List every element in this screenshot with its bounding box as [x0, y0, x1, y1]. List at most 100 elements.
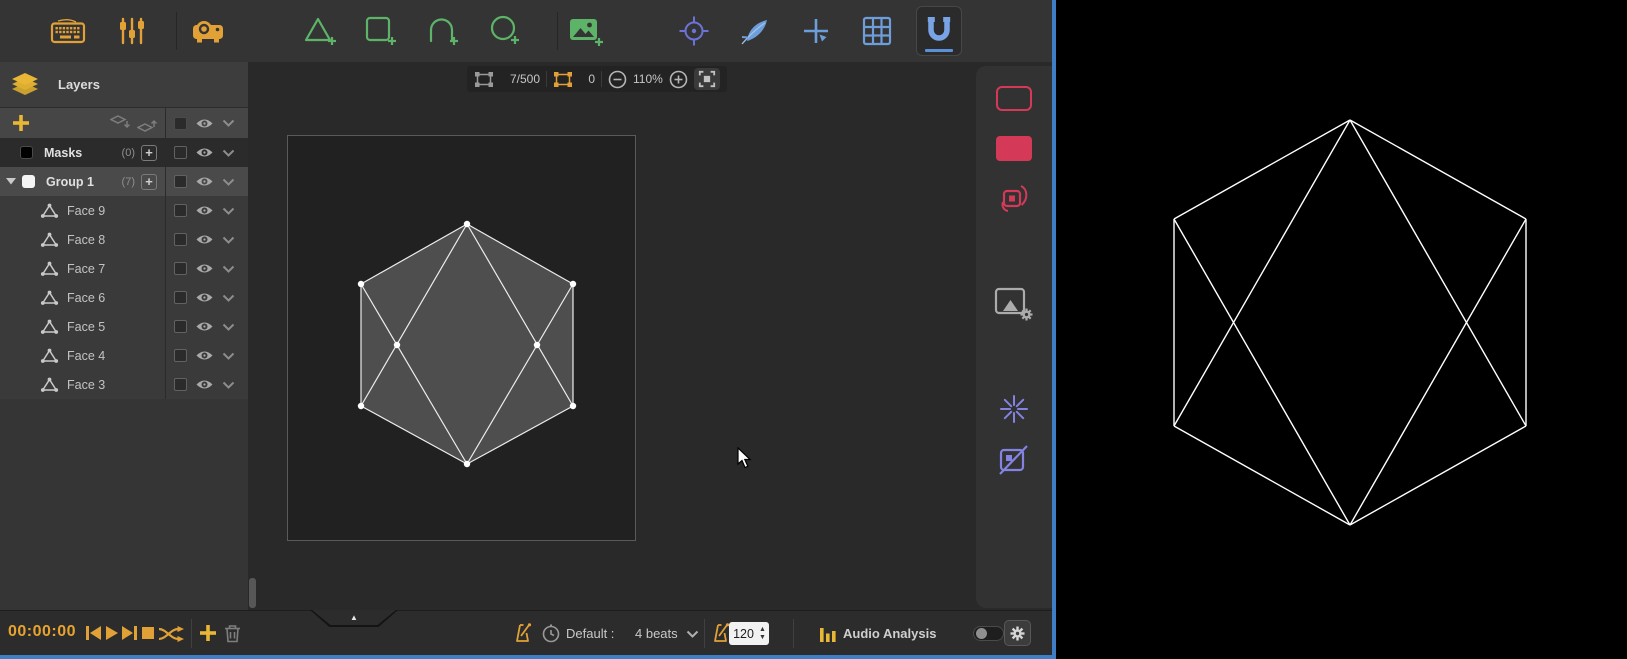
layer-select-checkbox[interactable] — [174, 349, 187, 362]
skip-start-button[interactable] — [85, 625, 102, 641]
layer-select-checkbox[interactable] — [174, 262, 187, 275]
layer-row-group[interactable]: Group 1 (7) + — [0, 167, 248, 196]
add-arch-button[interactable] — [427, 15, 459, 47]
visibility-eye-icon[interactable] — [195, 233, 214, 246]
expand-chevron-icon[interactable] — [222, 265, 235, 273]
expand-chevron-icon[interactable] — [222, 149, 235, 157]
animated-fill-button[interactable] — [976, 182, 1052, 218]
zoom-out-button[interactable] — [608, 70, 627, 89]
bpm-input[interactable]: 120 ▲ ▼ — [729, 622, 769, 645]
expand-chevron-icon[interactable] — [222, 381, 235, 389]
layer-select-checkbox[interactable] — [174, 378, 187, 391]
play-button[interactable] — [104, 625, 119, 641]
audio-settings-button[interactable] — [1004, 620, 1031, 646]
layer-row-face[interactable]: Face 9 — [0, 196, 248, 225]
layer-select-checkbox[interactable] — [174, 175, 187, 188]
add-circle-button[interactable] — [489, 15, 521, 47]
visibility-eye-icon[interactable] — [195, 146, 214, 159]
outline-tool-button[interactable] — [976, 86, 1052, 111]
mouse-cursor — [737, 446, 753, 474]
bpm-stepper[interactable]: ▲ ▼ — [758, 626, 769, 641]
expand-chevron-icon[interactable] — [222, 236, 235, 244]
feathering-button[interactable] — [739, 16, 771, 46]
delete-sequence-button[interactable] — [224, 624, 241, 643]
beats-dropdown-value[interactable]: 4 beats — [635, 626, 678, 641]
add-media-button[interactable] — [568, 15, 604, 47]
add-quad-button[interactable] — [364, 15, 398, 47]
masks-color-swatch[interactable] — [20, 146, 33, 159]
particles-effect-button[interactable] — [976, 394, 1052, 424]
beats-dropdown-chevron-icon[interactable] — [686, 630, 699, 638]
layer-row-face[interactable]: Face 5 — [0, 312, 248, 341]
add-triangle-button[interactable] — [304, 15, 338, 47]
stepper-down-icon[interactable]: ▼ — [759, 634, 766, 641]
group-color-swatch[interactable] — [22, 175, 35, 188]
visibility-eye-icon[interactable] — [195, 175, 214, 188]
bar-separator — [601, 71, 602, 87]
test-pattern-button[interactable] — [678, 15, 710, 47]
media-settings-button[interactable] — [976, 286, 1052, 322]
visibility-eye-icon[interactable] — [195, 291, 214, 304]
bar-separator — [704, 619, 705, 648]
layer-select-checkbox[interactable] — [174, 291, 187, 304]
shader-effect-button[interactable] — [976, 444, 1052, 476]
controls-faders-button[interactable] — [119, 16, 145, 46]
zoom-in-button[interactable] — [669, 70, 688, 89]
expand-chevron-icon[interactable] — [222, 207, 235, 215]
expand-chevron-icon[interactable] — [222, 323, 235, 331]
add-shape-to-group-button[interactable]: + — [141, 173, 157, 190]
scrollbar-thumb[interactable] — [249, 578, 256, 608]
collapse-arrow-icon: ▲ — [350, 613, 358, 622]
fit-to-screen-button[interactable] — [693, 68, 720, 90]
layer-row-controls — [165, 283, 248, 312]
layer-row-masks[interactable]: Masks (0) + — [0, 138, 248, 167]
shader-slash-icon — [999, 445, 1028, 475]
add-mask-button[interactable]: + — [141, 144, 157, 161]
expand-chevron-icon[interactable] — [222, 178, 235, 186]
move-layer-down-icon[interactable] — [110, 114, 132, 132]
projector-output-button[interactable] — [191, 18, 225, 44]
precision-point-button[interactable] — [802, 17, 830, 45]
layer-select-checkbox[interactable] — [174, 146, 187, 159]
grid-button[interactable] — [862, 16, 892, 46]
magnet-snap-button[interactable] — [916, 6, 962, 56]
audio-analysis-toggle[interactable] — [973, 626, 1004, 641]
visibility-eye-icon[interactable] — [195, 320, 214, 333]
skip-end-button[interactable] — [121, 625, 138, 641]
visibility-eye-icon[interactable] — [195, 378, 214, 391]
master-select-checkbox[interactable] — [174, 116, 187, 130]
visibility-eye-icon[interactable] — [195, 262, 214, 275]
projection-surface[interactable] — [287, 135, 636, 541]
layer-select-checkbox[interactable] — [174, 233, 187, 246]
shuffle-button[interactable] — [158, 625, 185, 643]
layer-row-face[interactable]: Face 6 — [0, 283, 248, 312]
layer-row-face[interactable]: Face 4 — [0, 341, 248, 370]
layer-row-face[interactable]: Face 7 — [0, 254, 248, 283]
expand-chevron-icon[interactable] — [222, 294, 235, 302]
layer-row-face[interactable]: Face 8 — [0, 225, 248, 254]
collapse-caret-icon[interactable] — [6, 178, 16, 185]
stepper-up-icon[interactable]: ▲ — [759, 626, 766, 633]
triangle-shape-icon — [40, 232, 59, 247]
layer-select-checkbox[interactable] — [174, 320, 187, 333]
layer-row-face[interactable]: Face 3 — [0, 370, 248, 399]
hexagon-output-wireframe — [1173, 119, 1527, 526]
add-sequence-button[interactable] — [199, 624, 217, 642]
visibility-eye-icon[interactable] — [195, 204, 214, 217]
add-layer-button[interactable] — [12, 114, 30, 132]
fill-tool-button[interactable] — [976, 136, 1052, 161]
face-rows-list: Face 9 Face 8 Face 7 Face 6 Face 5 Face 4 Face… — [0, 196, 248, 399]
master-visibility-eye-icon[interactable] — [195, 117, 214, 130]
master-expand-chevron-icon[interactable] — [222, 119, 235, 127]
layer-select-checkbox[interactable] — [174, 204, 187, 217]
selected-count: 0 — [588, 72, 595, 86]
toolbar-separator — [557, 12, 558, 50]
move-layer-up-icon[interactable] — [137, 115, 159, 132]
hexagon-shape-preview[interactable] — [288, 136, 637, 542]
tempo-metronome-icon — [513, 622, 533, 644]
stop-button[interactable] — [141, 626, 155, 640]
expand-chevron-icon[interactable] — [222, 352, 235, 360]
keyboard-shortcuts-button[interactable] — [49, 17, 87, 45]
triangle-shape-icon — [40, 203, 59, 218]
visibility-eye-icon[interactable] — [195, 349, 214, 362]
